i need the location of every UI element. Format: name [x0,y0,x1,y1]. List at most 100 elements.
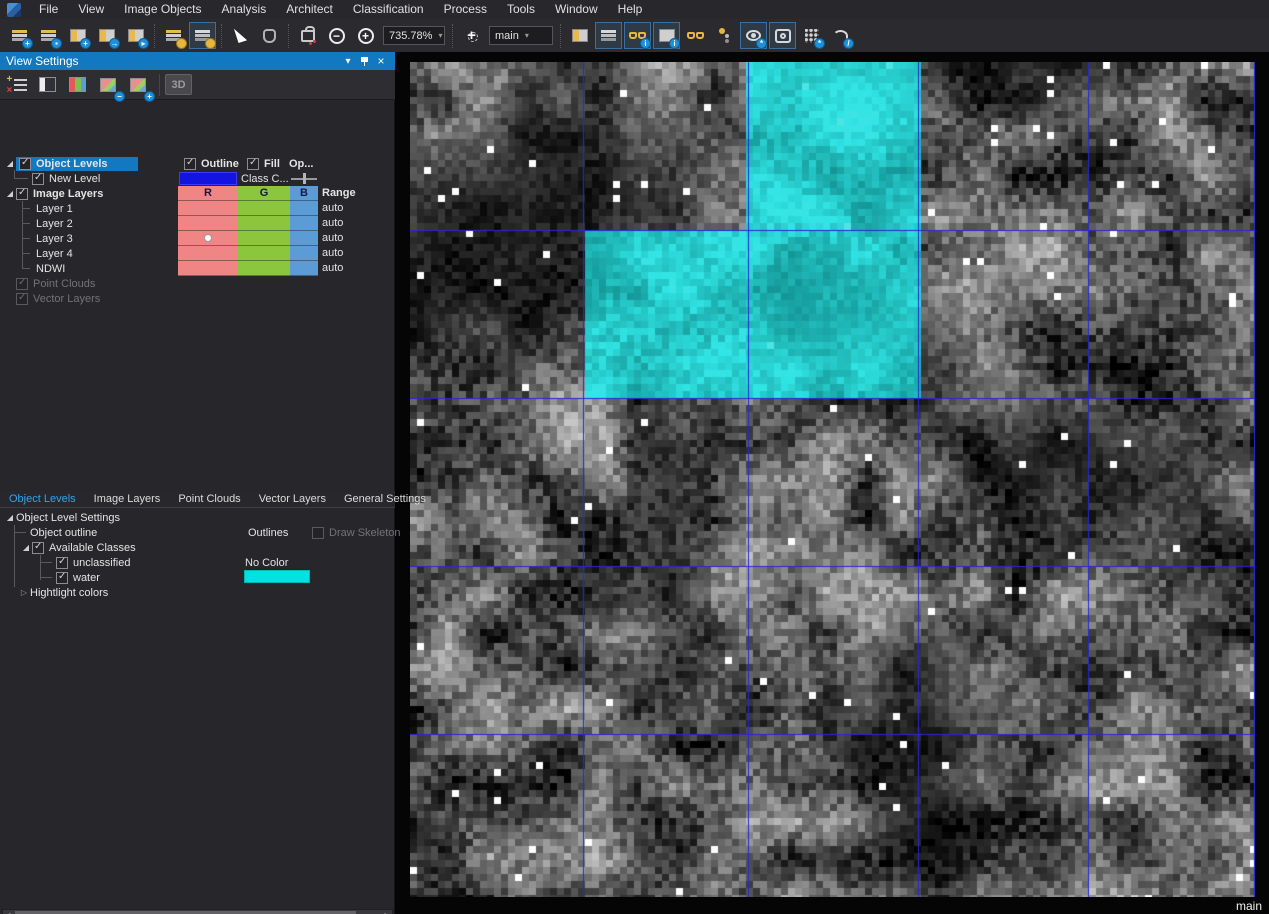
channel-cell[interactable] [290,231,318,246]
center-view-button[interactable]: + [458,22,485,49]
channel-cell[interactable] [238,261,290,276]
scroll-right-button[interactable]: ► [381,910,392,914]
view-settings-button[interactable] [595,22,622,49]
water-checkbox[interactable] [56,572,68,584]
no-color-value[interactable]: No Color [245,555,288,570]
draw-skeleton-option[interactable]: Draw Skeleton [312,525,401,540]
show-classification-button[interactable] [682,22,709,49]
panel-menu-button[interactable]: ▾ [340,56,356,67]
fill-checkbox[interactable] [247,158,259,170]
tab-point-clouds[interactable]: Point Clouds [169,493,249,505]
find-and-select-button[interactable] [769,22,796,49]
menu-architect[interactable]: Architect [276,0,343,19]
available-classes-row[interactable]: ◢ Available Classes [20,540,136,555]
channel-cell[interactable] [290,246,318,261]
water-color-swatch[interactable] [244,570,310,583]
zoom-level-select[interactable]: 735.78%▾ [383,26,445,45]
channel-cell[interactable] [178,246,238,261]
channel-cell[interactable] [238,201,290,216]
view-navigation-button[interactable]: * [740,22,767,49]
create-workspace-button[interactable]: + [64,22,91,49]
draw-skeleton-checkbox[interactable] [312,527,324,539]
fill-option[interactable]: Fill [247,156,280,171]
show-previous-view-button[interactable] [160,22,187,49]
opacity-slider[interactable] [291,172,317,185]
tree-row-vector-layers[interactable]: Vector Layers [16,291,100,306]
object-levels-checkbox[interactable] [19,158,31,170]
zoom-out-button[interactable]: − [323,22,350,49]
menu-image-objects[interactable]: Image Objects [114,0,211,19]
single-layer-grayscale-button[interactable] [34,72,61,98]
highlight-colors-row[interactable]: ▷ Hightlight colors [18,585,108,600]
tree-row-image-layers[interactable]: ◢ Image Layers [4,186,103,201]
tab-image-layers[interactable]: Image Layers [85,493,170,505]
channel-cell[interactable] [238,231,290,246]
vector-layers-checkbox[interactable] [16,293,28,305]
window-layout-button[interactable] [566,22,593,49]
level-color-swatch[interactable] [179,172,237,185]
available-classes-checkbox[interactable] [32,542,44,554]
menu-view[interactable]: View [68,0,114,19]
tree-row-point-clouds[interactable]: Point Clouds [16,276,95,291]
import-scene-button[interactable]: → [93,22,120,49]
channel-cell[interactable] [290,261,318,276]
tab-object-levels[interactable]: Object Levels [0,493,85,505]
tree-row-new-level[interactable]: New Level [32,171,100,186]
range-value[interactable]: auto [322,261,343,276]
new-level-checkbox[interactable] [32,173,44,185]
3d-view-button[interactable]: 3D [165,74,192,95]
show-current-view-button[interactable] [189,22,216,49]
point-clouds-checkbox[interactable] [16,278,28,290]
channel-cell[interactable] [178,201,238,216]
collapsed-icon[interactable]: ▷ [18,588,30,597]
slider-handle[interactable] [303,173,306,184]
image-layers-checkbox[interactable] [16,188,28,200]
menu-classification[interactable]: Classification [343,0,434,19]
object-outline-row[interactable]: Object outline [30,525,97,540]
workspace-settings-button[interactable]: * [798,22,825,49]
unclassified-checkbox[interactable] [56,557,68,569]
zoom-region-button[interactable] [294,22,321,49]
tree-row-layer[interactable]: Layer 1 [36,201,73,216]
edit-layer-mixing-button[interactable]: +× [4,72,31,98]
channel-cell[interactable] [178,261,238,276]
three-layer-mix-button[interactable] [64,72,91,98]
outline-option[interactable]: Outline [184,156,239,171]
tab-general-settings[interactable]: General Settings [335,493,435,505]
view-select[interactable]: main▾ [489,26,553,45]
tree-row-layer[interactable]: Layer 4 [36,246,73,261]
menu-tools[interactable]: Tools [497,0,545,19]
green-channel-column[interactable]: G [238,186,290,276]
channel-cell[interactable] [290,201,318,216]
outlines-value[interactable]: Outlines [248,525,288,540]
expand-icon[interactable]: ◢ [4,159,16,168]
channel-cell[interactable] [178,216,238,231]
menu-file[interactable]: File [29,0,68,19]
tree-row-object-levels[interactable]: ◢ Object Levels [4,156,138,171]
menu-help[interactable]: Help [608,0,653,19]
viewer-canvas[interactable] [410,62,1255,897]
channel-cell[interactable] [238,246,290,261]
range-value[interactable]: auto [322,201,343,216]
tree-row-layer[interactable]: Layer 3 [36,231,73,246]
channel-cell[interactable] [290,216,318,231]
class-row-unclassified[interactable]: unclassified [56,555,130,570]
settings-root-row[interactable]: ◢ Object Level Settings [4,510,120,525]
next-layer-button[interactable]: + [124,72,151,98]
window-info-button[interactable]: i [653,22,680,49]
process-tree-button[interactable] [711,22,738,49]
save-project-button[interactable]: ▪ [35,22,62,49]
panel-title-bar[interactable]: View Settings ▾ × [0,52,395,70]
expand-icon[interactable]: ◢ [4,513,16,522]
range-value[interactable]: auto [322,231,343,246]
expand-icon[interactable]: ◢ [4,189,16,198]
outline-checkbox[interactable] [184,158,196,170]
new-project-button[interactable]: + [6,22,33,49]
tree-row-layer[interactable]: NDWI [36,261,65,276]
tree-row-layer[interactable]: Layer 2 [36,216,73,231]
pin-icon[interactable] [360,56,369,67]
red-channel-column[interactable]: R [178,186,238,276]
class-row-water[interactable]: water [56,570,100,585]
pan-button[interactable] [256,22,283,49]
previous-layer-button[interactable]: − [94,72,121,98]
